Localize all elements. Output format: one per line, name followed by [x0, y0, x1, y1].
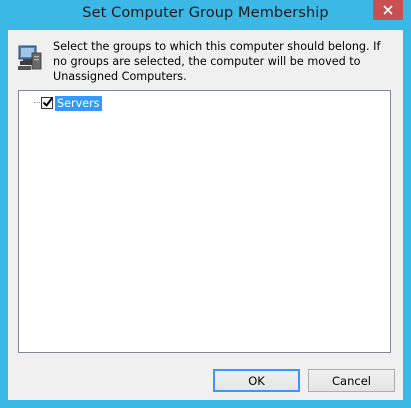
title-bar[interactable]: Set Computer Group Membership [0, 0, 411, 30]
close-icon [383, 5, 393, 15]
ok-button[interactable]: OK [213, 369, 300, 392]
dialog-body: Select the groups to which this computer… [8, 30, 403, 400]
checkmark-icon [42, 96, 54, 108]
group-tree[interactable]: Servers [18, 90, 391, 353]
tree-item-label[interactable]: Servers [55, 95, 102, 111]
tree-item-servers[interactable]: Servers [41, 95, 102, 111]
instruction-text: Select the groups to which this computer… [53, 40, 381, 83]
servers-checkbox[interactable] [41, 96, 54, 109]
window-title: Set Computer Group Membership [82, 5, 329, 21]
dialog-window: Set Computer Group Membership Select the… [0, 0, 411, 408]
close-button[interactable] [373, 0, 403, 20]
cancel-button[interactable]: Cancel [308, 369, 395, 392]
computer-icon [18, 45, 42, 70]
